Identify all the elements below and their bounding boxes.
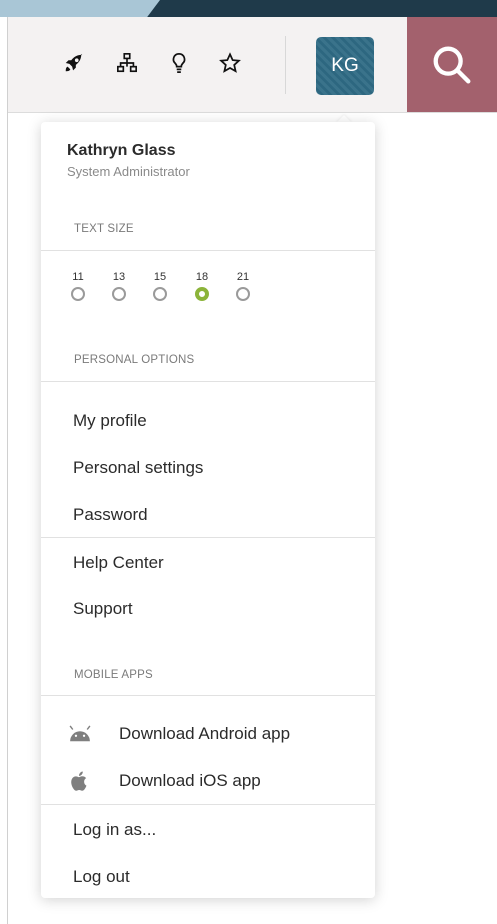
personal-settings-link[interactable]: Personal settings (73, 458, 203, 478)
user-menu: Kathryn Glass System Administrator TEXT … (41, 122, 375, 898)
header-divider (285, 36, 286, 94)
avatar[interactable]: KG (316, 37, 374, 95)
radio-button[interactable] (236, 287, 250, 301)
text-size-label: 18 (195, 271, 209, 283)
support-link[interactable]: Support (73, 599, 133, 619)
radio-button[interactable] (71, 287, 85, 301)
hierarchy-icon[interactable] (114, 50, 140, 76)
download-ios-link[interactable]: Download iOS app (65, 768, 261, 794)
divider (41, 695, 375, 696)
apple-icon (65, 768, 95, 794)
log-out-link[interactable]: Log out (73, 867, 130, 887)
divider (41, 381, 375, 382)
radio-button[interactable] (153, 287, 167, 301)
search-icon (433, 46, 471, 83)
text-size-option-18[interactable]: 18 (192, 271, 212, 301)
radio-button[interactable] (112, 287, 126, 301)
android-icon (65, 721, 95, 747)
text-size-label: 21 (236, 271, 250, 283)
top-accent-bar (0, 0, 497, 17)
search-button[interactable] (407, 17, 497, 112)
divider (41, 804, 375, 805)
mobile-apps-title: MOBILE APPS (74, 669, 153, 681)
text-size-option-13[interactable]: 13 (109, 271, 129, 301)
text-size-label: 13 (112, 271, 126, 283)
text-size-title: TEXT SIZE (74, 223, 134, 235)
divider (41, 537, 375, 538)
text-size-option-11[interactable]: 11 (68, 271, 88, 301)
text-size-option-21[interactable]: 21 (233, 271, 253, 301)
avatar-initials: KG (331, 55, 359, 76)
password-link[interactable]: Password (73, 505, 148, 525)
lightbulb-icon[interactable] (166, 50, 192, 76)
page-border (7, 17, 8, 924)
my-profile-link[interactable]: My profile (73, 411, 147, 431)
radio-button-selected[interactable] (195, 287, 209, 301)
download-ios-label: Download iOS app (119, 771, 261, 790)
rocket-icon[interactable] (61, 50, 87, 76)
star-icon[interactable] (217, 50, 243, 76)
help-center-link[interactable]: Help Center (73, 553, 164, 573)
text-size-label: 15 (153, 271, 167, 283)
personal-options-title: PERSONAL OPTIONS (74, 354, 195, 366)
download-android-link[interactable]: Download Android app (65, 721, 290, 747)
user-name: Kathryn Glass (67, 142, 176, 159)
log-in-as-link[interactable]: Log in as... (73, 820, 156, 840)
user-role: System Administrator (67, 164, 190, 179)
text-size-label: 11 (72, 271, 84, 283)
text-size-option-15[interactable]: 15 (150, 271, 170, 301)
download-android-label: Download Android app (119, 724, 291, 743)
divider (41, 250, 375, 251)
